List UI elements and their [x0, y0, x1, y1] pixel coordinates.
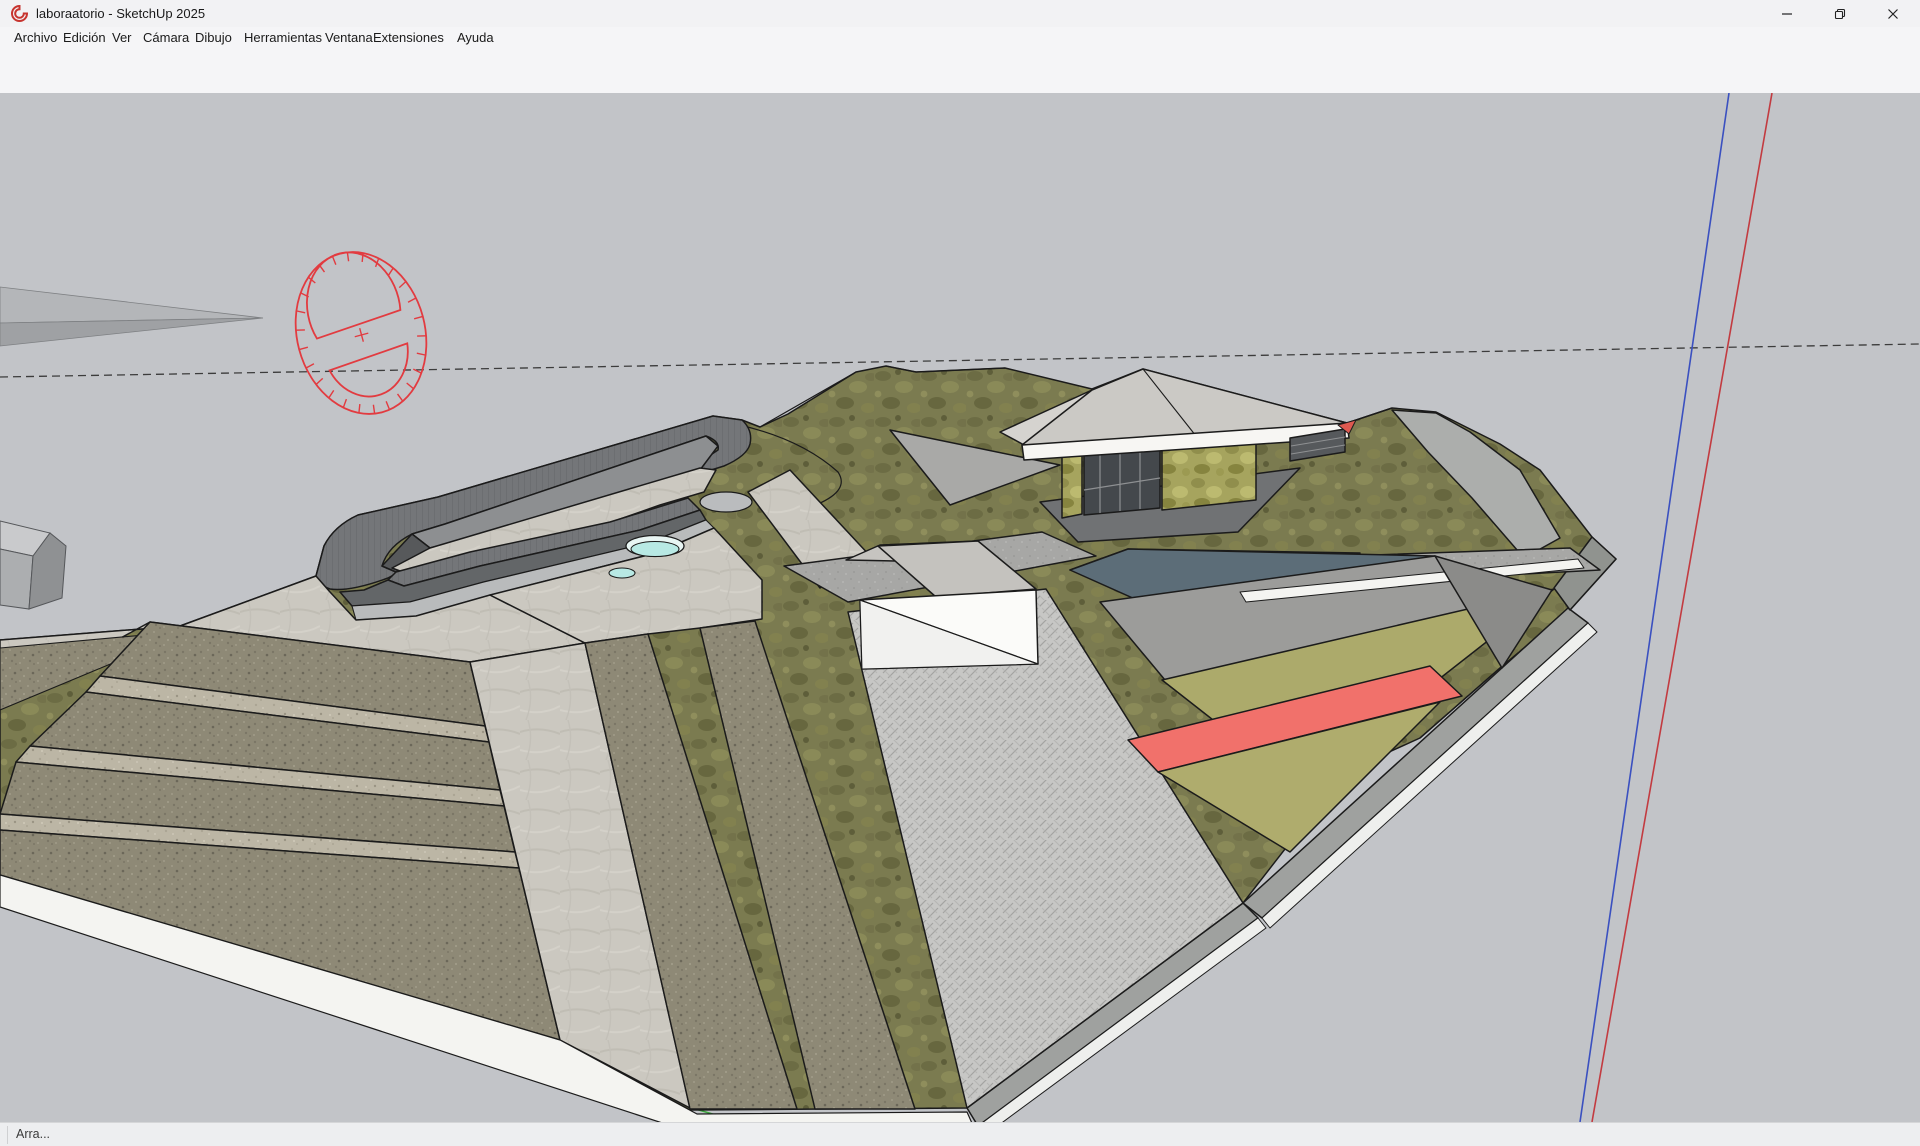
menu-edicion[interactable]: Edición — [61, 27, 108, 49]
menu-bar: ArchivoEdiciónVer CámaraDibujo Herramienta… — [0, 27, 1920, 49]
status-separator — [7, 1126, 8, 1144]
model-scene — [0, 93, 1920, 1122]
menu-archivo[interactable]: Archivo — [12, 27, 59, 49]
close-button[interactable] — [1870, 0, 1916, 27]
main-toolbar — [0, 49, 1920, 94]
status-bar: Arra... — [0, 1122, 1920, 1146]
window-title: laboraatorio - SketchUp 2025 — [36, 6, 205, 21]
pavilion-glass — [1084, 446, 1160, 515]
menu-ver[interactable]: Ver — [110, 27, 134, 49]
status-message: Arra... — [16, 1127, 50, 1141]
sketchup-logo-icon — [10, 4, 29, 23]
menu-dibujo[interactable]: Dibujo — [193, 27, 234, 49]
pavilion-moss-strip — [1062, 453, 1082, 518]
3d-viewport[interactable] — [0, 93, 1920, 1122]
menu-ayuda[interactable]: Ayuda — [455, 27, 496, 49]
menu-extensiones[interactable]: Extensiones — [371, 27, 446, 49]
menu-ventana[interactable]: Ventana — [323, 27, 375, 49]
sketchup-window: laboraatorio - SketchUp 2025 ArchivoEdic… — [0, 0, 1920, 1146]
title-bar: laboraatorio - SketchUp 2025 — [0, 0, 1920, 27]
courtyard-round-hole — [700, 492, 752, 512]
menu-herramientas[interactable]: Herramientas — [242, 27, 324, 49]
restore-button[interactable] — [1817, 0, 1863, 27]
minimize-button[interactable] — [1764, 0, 1810, 27]
menu-camara[interactable]: Cámara — [141, 27, 191, 49]
